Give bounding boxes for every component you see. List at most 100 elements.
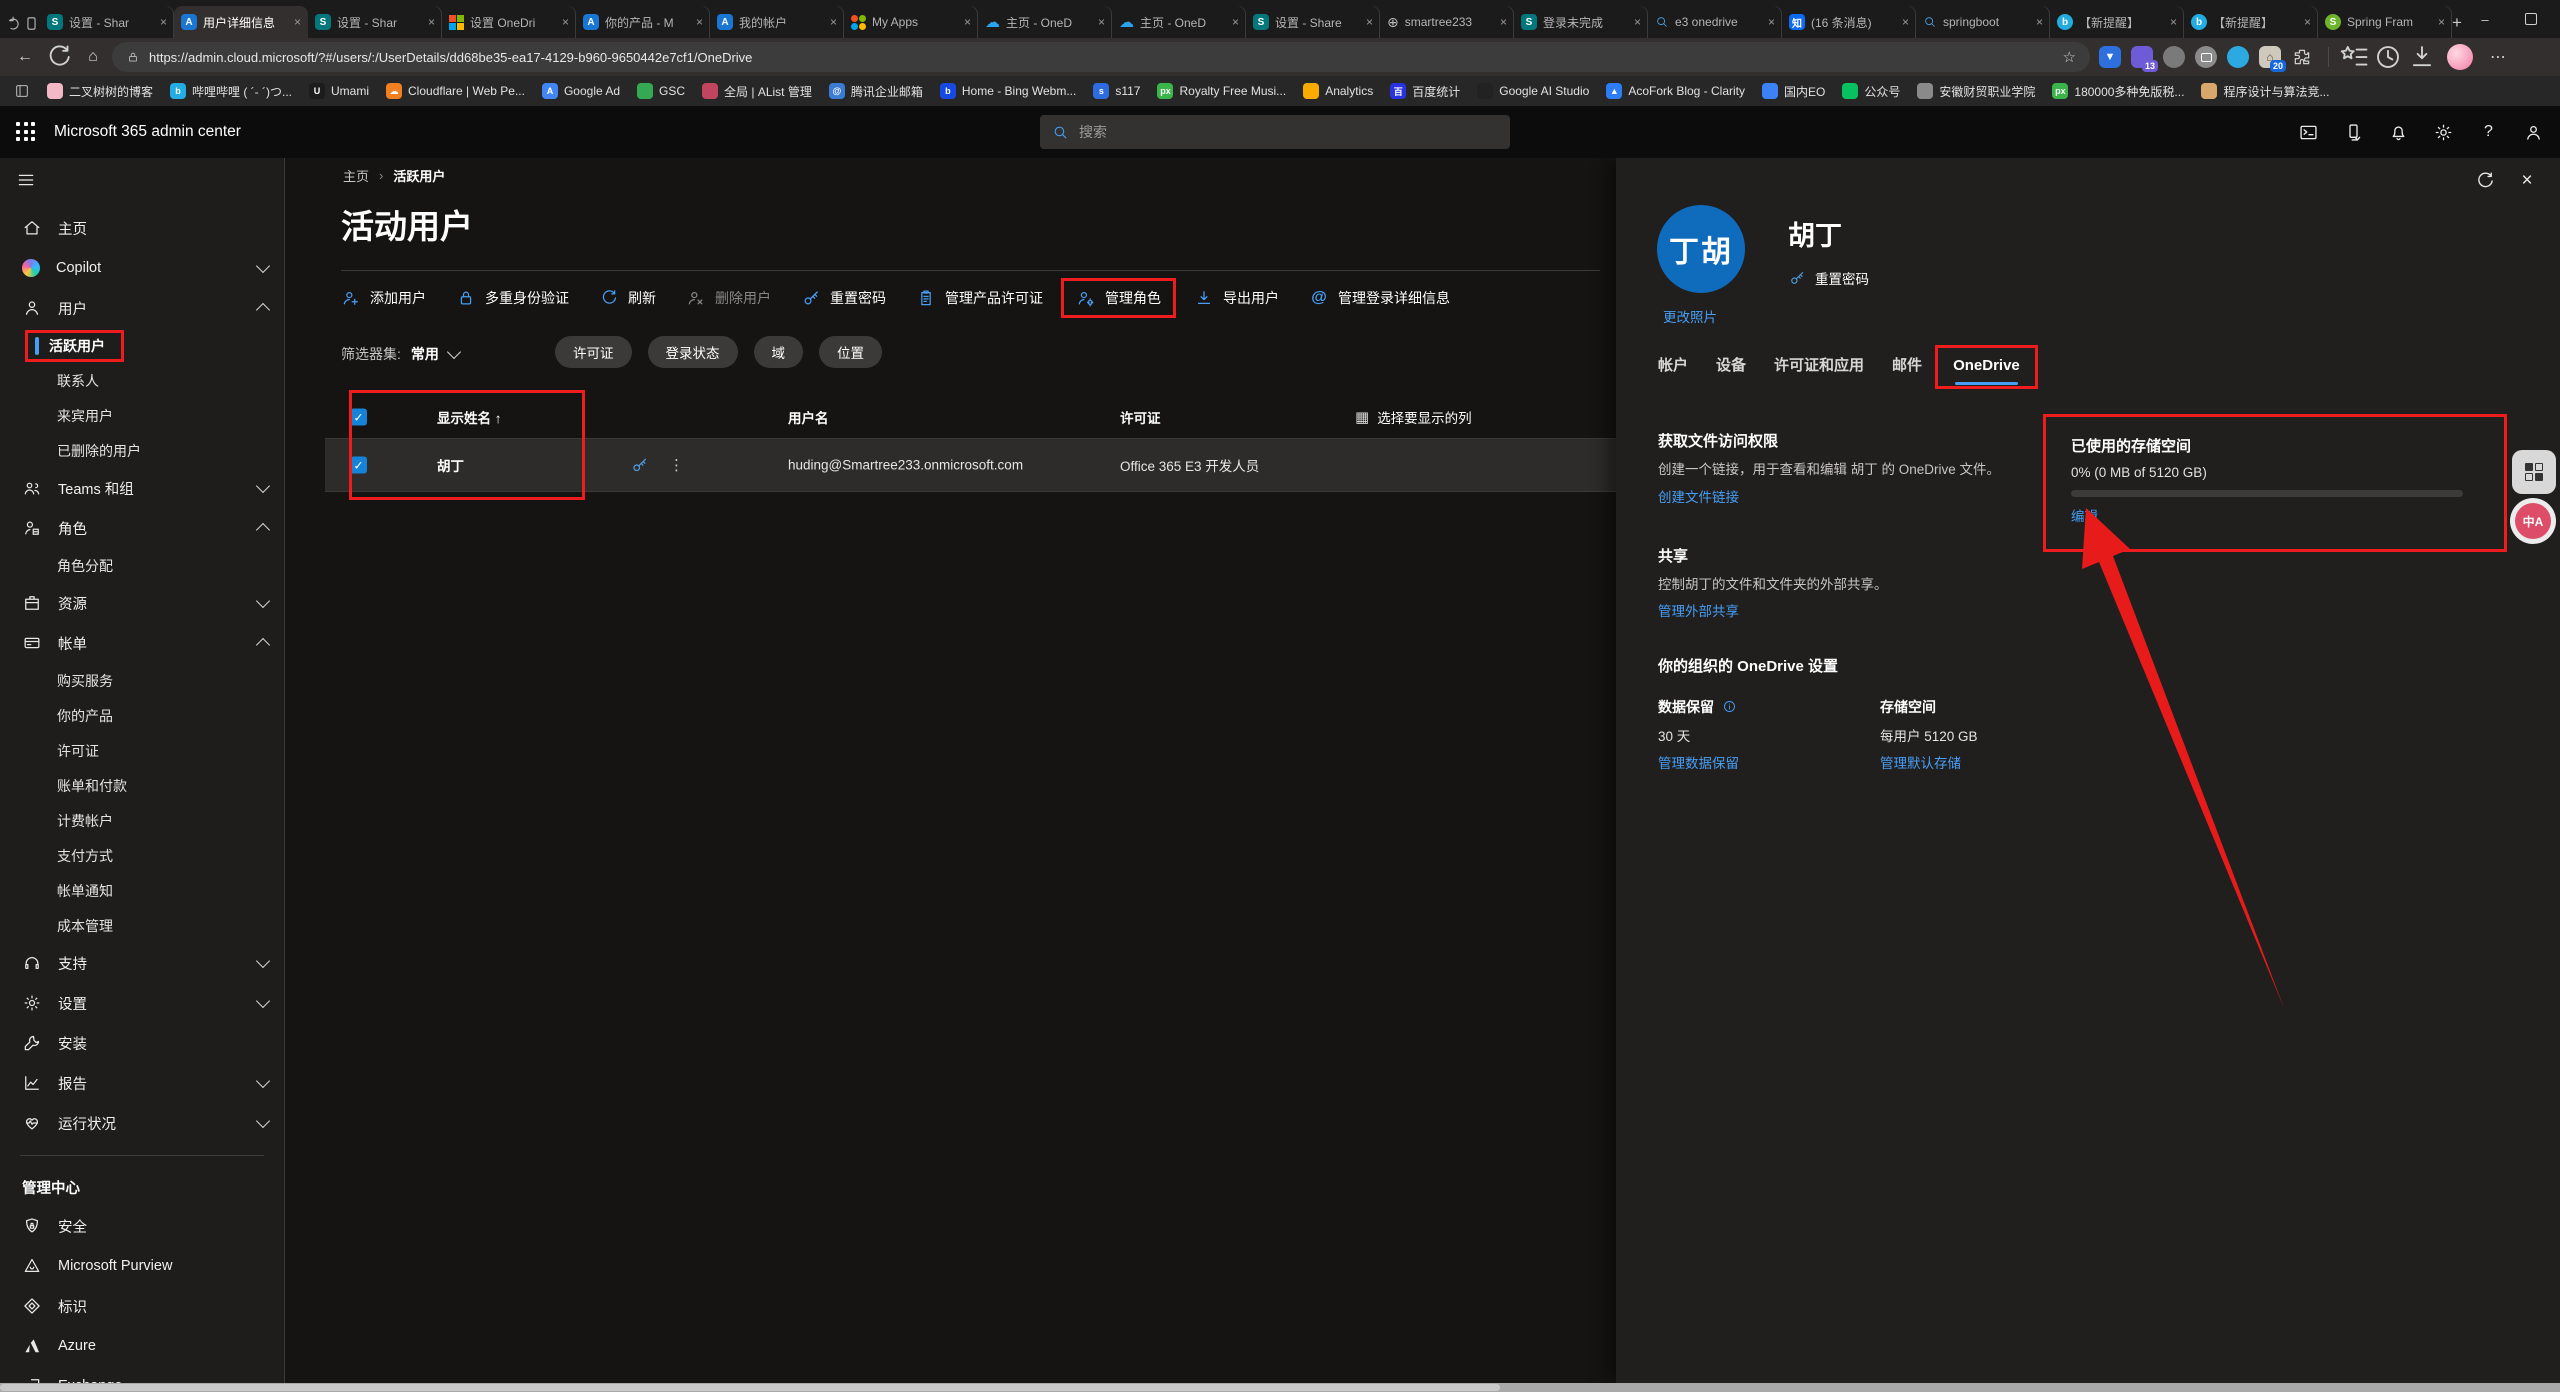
filter-chip-登录状态[interactable]: 登录状态 bbox=[648, 336, 738, 368]
cli-terminal-icon[interactable] bbox=[2298, 122, 2319, 143]
browser-tab[interactable]: ⊕smartree233× bbox=[1380, 6, 1514, 38]
purple-extension-icon[interactable]: 13 bbox=[2131, 46, 2153, 68]
downloads-icon[interactable] bbox=[2407, 42, 2437, 72]
sidebar-item-Copilot[interactable]: Copilot bbox=[0, 248, 284, 288]
scrollbar-thumb[interactable] bbox=[0, 1384, 1500, 1391]
toolbar-button-导出用户[interactable]: 导出用户 bbox=[1194, 288, 1279, 308]
browser-tab[interactable]: A用户详细信息× bbox=[174, 6, 308, 38]
filter-chip-位置[interactable]: 位置 bbox=[819, 336, 882, 368]
translate-floating-button[interactable]: 中A bbox=[2510, 498, 2556, 544]
tab-close-icon[interactable]: × bbox=[1902, 15, 1909, 29]
panel-tab-许可证和应用[interactable]: 许可证和应用 bbox=[1774, 354, 1864, 386]
browser-tab[interactable]: S设置 - Shar× bbox=[308, 6, 442, 38]
create-file-link[interactable]: 创建文件链接 bbox=[1658, 486, 1739, 506]
tab-close-icon[interactable]: × bbox=[1634, 15, 1641, 29]
browser-tab[interactable]: ☁主页 - OneD× bbox=[978, 6, 1112, 38]
browser-tab[interactable]: springboot× bbox=[1916, 6, 2050, 38]
sidebar-item-活跃用户[interactable]: 活跃用户 bbox=[0, 328, 284, 363]
bookmark-item[interactable]: 国内EO bbox=[1762, 83, 1825, 100]
reset-password-button[interactable]: 重置密码 bbox=[1788, 268, 1869, 288]
bookmark-item[interactable]: 百百度统计 bbox=[1390, 83, 1460, 100]
browser-tab[interactable]: b【新提醒】× bbox=[2050, 6, 2184, 38]
browser-tab[interactable]: ☁主页 - OneD× bbox=[1112, 6, 1246, 38]
panel-tab-邮件[interactable]: 邮件 bbox=[1892, 354, 1922, 386]
extensions-puzzle-icon[interactable] bbox=[2291, 46, 2313, 68]
browser-tab[interactable]: My Apps× bbox=[844, 6, 978, 38]
browser-tab[interactable]: S设置 - Share× bbox=[1246, 6, 1380, 38]
sidebar-item-角色分配[interactable]: 角色分配 bbox=[0, 548, 284, 583]
info-icon[interactable] bbox=[1722, 699, 1737, 714]
sidebar-item-资源[interactable]: 资源 bbox=[0, 583, 284, 623]
sidebar-item-主页[interactable]: 主页 bbox=[0, 208, 284, 248]
notifications-bell-icon[interactable] bbox=[2388, 122, 2409, 143]
bookmark-item[interactable]: @腾讯企业邮箱 bbox=[829, 83, 923, 100]
panel-tab-帐户[interactable]: 帐户 bbox=[1658, 354, 1688, 386]
change-photo-link[interactable]: 更改照片 bbox=[1663, 306, 1717, 326]
bookmark-item[interactable]: 全局 | AList 管理 bbox=[702, 83, 812, 100]
browser-tab[interactable]: e3 onedrive× bbox=[1648, 6, 1782, 38]
filter-value[interactable]: 常用 bbox=[411, 344, 439, 364]
workspaces-icon[interactable] bbox=[6, 8, 23, 38]
sidebar-item-支付方式[interactable]: 支付方式 bbox=[0, 838, 284, 873]
hamburger-menu-icon[interactable] bbox=[16, 170, 36, 190]
tab-close-icon[interactable]: × bbox=[1232, 15, 1239, 29]
tab-close-icon[interactable]: × bbox=[964, 15, 971, 29]
toolbar-button-管理角色[interactable]: 管理角色 bbox=[1061, 278, 1176, 318]
bookmark-item[interactable]: ☁Cloudflare | Web Pe... bbox=[386, 83, 525, 99]
toolbar-button-多重身份验证[interactable]: 多重身份验证 bbox=[456, 288, 569, 308]
tab-close-icon[interactable]: × bbox=[1500, 15, 1507, 29]
browser-tab[interactable]: SSpring Fram× bbox=[2318, 6, 2452, 38]
reset-password-key-icon[interactable] bbox=[630, 456, 649, 475]
browser-profile-avatar[interactable] bbox=[2447, 44, 2473, 70]
sidebar-item-安全[interactable]: 安全 bbox=[0, 1206, 284, 1246]
row-checkbox[interactable]: ✓ bbox=[350, 457, 367, 474]
close-window-button[interactable]: × bbox=[2554, 0, 2560, 38]
sidebar-item-Teams 和组[interactable]: Teams 和组 bbox=[0, 468, 284, 508]
toolbar-button-刷新[interactable]: 刷新 bbox=[599, 288, 656, 308]
whats-new-icon[interactable] bbox=[2343, 122, 2364, 143]
toolbar-button-管理登录详细信息[interactable]: @管理登录详细信息 bbox=[1309, 288, 1450, 308]
sidebar-item-Microsoft Purview[interactable]: Microsoft Purview bbox=[0, 1246, 284, 1286]
minimize-button[interactable]: – bbox=[2462, 0, 2508, 38]
help-icon[interactable]: ? bbox=[2478, 122, 2499, 143]
bookmark-item[interactable]: bHome - Bing Webm... bbox=[940, 83, 1076, 99]
tab-close-icon[interactable]: × bbox=[1366, 15, 1373, 29]
panel-tab-设备[interactable]: 设备 bbox=[1716, 354, 1746, 386]
tab-close-icon[interactable]: × bbox=[1768, 15, 1775, 29]
account-person-icon[interactable] bbox=[2523, 122, 2544, 143]
bookmark-item[interactable]: 安徽财贸职业学院 bbox=[1917, 83, 2035, 100]
sidebar-item-账单和付款[interactable]: 账单和付款 bbox=[0, 768, 284, 803]
browser-tab[interactable]: 知(16 条消息)× bbox=[1782, 6, 1916, 38]
horizontal-scrollbar[interactable] bbox=[0, 1383, 2560, 1392]
tab-close-icon[interactable]: × bbox=[160, 15, 167, 29]
bookmark-item[interactable]: b哔哩哔哩 ( ´- ´)つ... bbox=[170, 83, 292, 100]
manage-retention-link[interactable]: 管理数据保留 bbox=[1658, 752, 1739, 772]
manage-external-sharing-link[interactable]: 管理外部共享 bbox=[1658, 600, 1739, 620]
tab-close-icon[interactable]: × bbox=[2036, 15, 2043, 29]
search-input[interactable]: 搜索 bbox=[1040, 115, 1510, 149]
bookmark-item[interactable]: ▲AcoFork Blog - Clarity bbox=[1606, 83, 1745, 99]
app-launcher-waffle-icon[interactable] bbox=[16, 122, 36, 142]
bookmark-item[interactable]: Analytics bbox=[1303, 83, 1373, 99]
sidebar-item-标识[interactable]: 标识 bbox=[0, 1286, 284, 1326]
sidebar-item-Exchange[interactable]: Exchange bbox=[0, 1366, 284, 1383]
row-more-actions-icon[interactable]: ⋮ bbox=[669, 456, 684, 474]
sidebar-item-成本管理[interactable]: 成本管理 bbox=[0, 908, 284, 943]
url-bar[interactable]: https://admin.cloud.microsoft/?#/users/:… bbox=[112, 42, 2090, 72]
panel-refresh-icon[interactable] bbox=[2474, 170, 2496, 192]
filter-chip-域[interactable]: 域 bbox=[754, 336, 804, 368]
browser-tab[interactable]: b【新提醒】× bbox=[2184, 6, 2318, 38]
bookmark-item[interactable]: 程序设计与算法竞... bbox=[2201, 83, 2329, 100]
camera-extension-icon[interactable] bbox=[2195, 46, 2217, 68]
sidebar-item-设置[interactable]: 设置 bbox=[0, 983, 284, 1023]
user-avatar[interactable]: 丁胡 bbox=[1657, 205, 1745, 293]
url-text[interactable]: https://admin.cloud.microsoft/?#/users/:… bbox=[149, 50, 2054, 65]
favorites-list-icon[interactable] bbox=[2339, 42, 2369, 72]
browser-tab[interactable]: S登录未完成× bbox=[1514, 6, 1648, 38]
tab-close-icon[interactable]: × bbox=[830, 15, 837, 29]
sidebar-item-你的产品[interactable]: 你的产品 bbox=[0, 698, 284, 733]
bitwarden-extension-icon[interactable]: ▼ bbox=[2099, 46, 2121, 68]
tab-close-icon[interactable]: × bbox=[1098, 15, 1105, 29]
toolbar-button-重置密码[interactable]: 重置密码 bbox=[801, 288, 886, 308]
vertical-tabs-icon[interactable] bbox=[23, 8, 40, 38]
